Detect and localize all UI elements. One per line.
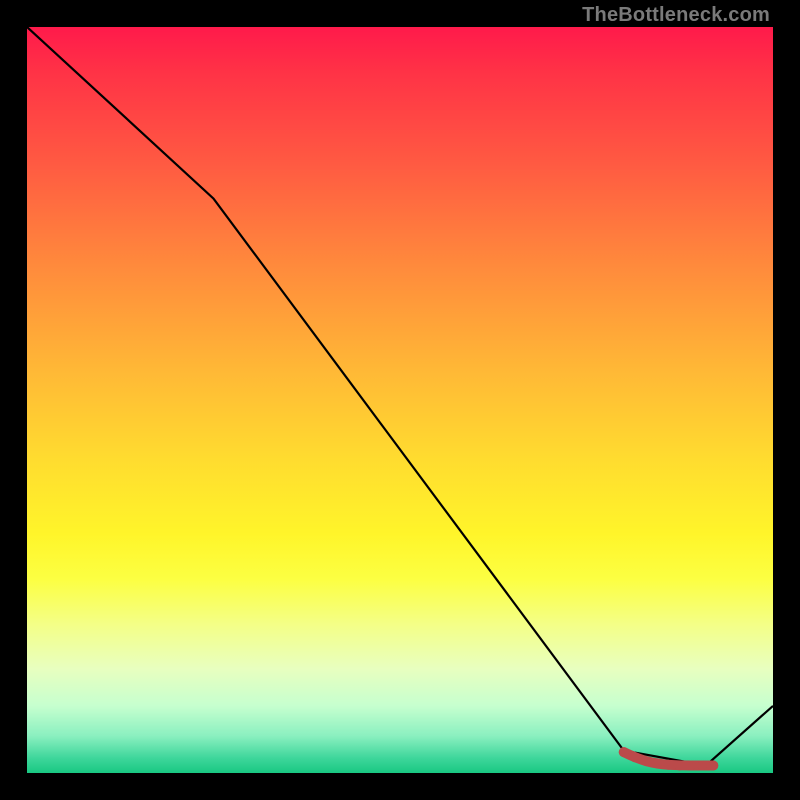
- watermark-text: TheBottleneck.com: [582, 4, 770, 27]
- chart-frame: TheBottleneck.com: [0, 0, 800, 800]
- plot-area: [27, 27, 773, 773]
- bottleneck-line: [27, 27, 773, 766]
- line-layer: [27, 27, 773, 773]
